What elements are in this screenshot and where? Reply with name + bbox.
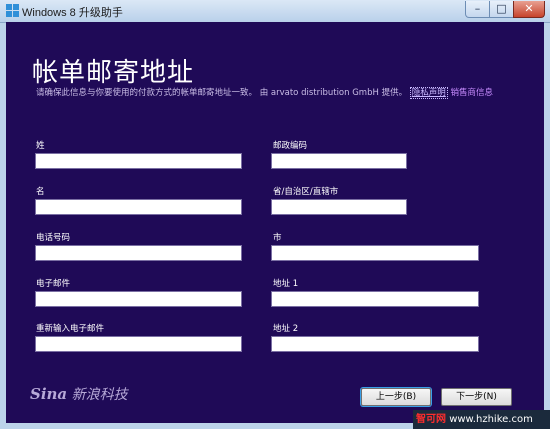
upgrade-assistant-window: Windows 8 升级助手 – □ ✕ 帐单邮寄地址 请确保此信息与你要使用的… [0,0,550,429]
windows-logo-icon [6,4,19,17]
city-label: 市 [273,233,282,243]
privacy-link[interactable]: 隐私声明 [409,87,448,99]
watermark-site-name: 智可网 [416,414,446,425]
first-name-field[interactable] [35,199,242,215]
email-field[interactable] [35,291,242,307]
page-title: 帐单邮寄地址 [32,58,195,88]
next-button[interactable]: 下一步(N) [441,388,512,406]
description-text: 请确保此信息与你要使用的付款方式的帐单邮寄地址一致。 由 arvato dist… [36,88,408,98]
sina-tech-text: 新浪科技 [71,387,128,403]
sina-brand: Sina [30,385,68,403]
province-label: 省/自治区/直辖市 [273,187,339,197]
maximize-button[interactable]: □ [489,1,514,18]
last-name-label: 姓 [36,141,45,151]
address2-label: 地址 2 [273,324,299,334]
first-name-label: 名 [36,187,45,197]
close-button[interactable]: ✕ [513,1,545,18]
email-confirm-field[interactable] [35,336,242,352]
title-bar: Windows 8 升级助手 – □ ✕ [0,0,550,23]
sina-logo: Sina 新浪科技 [30,384,128,404]
page-description: 请确保此信息与你要使用的付款方式的帐单邮寄地址一致。 由 arvato dist… [36,86,516,100]
back-button[interactable]: 上一步(B) [361,388,431,406]
province-field[interactable] [271,199,407,215]
address1-field[interactable] [271,291,479,307]
window-title: Windows 8 升级助手 [22,7,123,19]
email-confirm-label: 重新输入电子邮件 [36,324,105,334]
address2-field[interactable] [271,336,479,352]
postal-code-label: 邮政编码 [273,141,308,151]
phone-label: 电话号码 [36,233,71,243]
seller-info-link[interactable]: 销售商信息 [451,88,494,98]
email-label: 电子邮件 [36,279,71,289]
phone-field[interactable] [35,245,242,261]
postal-code-field[interactable] [271,153,407,169]
watermark-url: www.hzhike.com [449,414,533,425]
last-name-field[interactable] [35,153,242,169]
minimize-button[interactable]: – [465,1,490,18]
address1-label: 地址 1 [273,279,299,289]
site-watermark: 智可网 www.hzhike.com [413,410,550,429]
city-field[interactable] [271,245,479,261]
